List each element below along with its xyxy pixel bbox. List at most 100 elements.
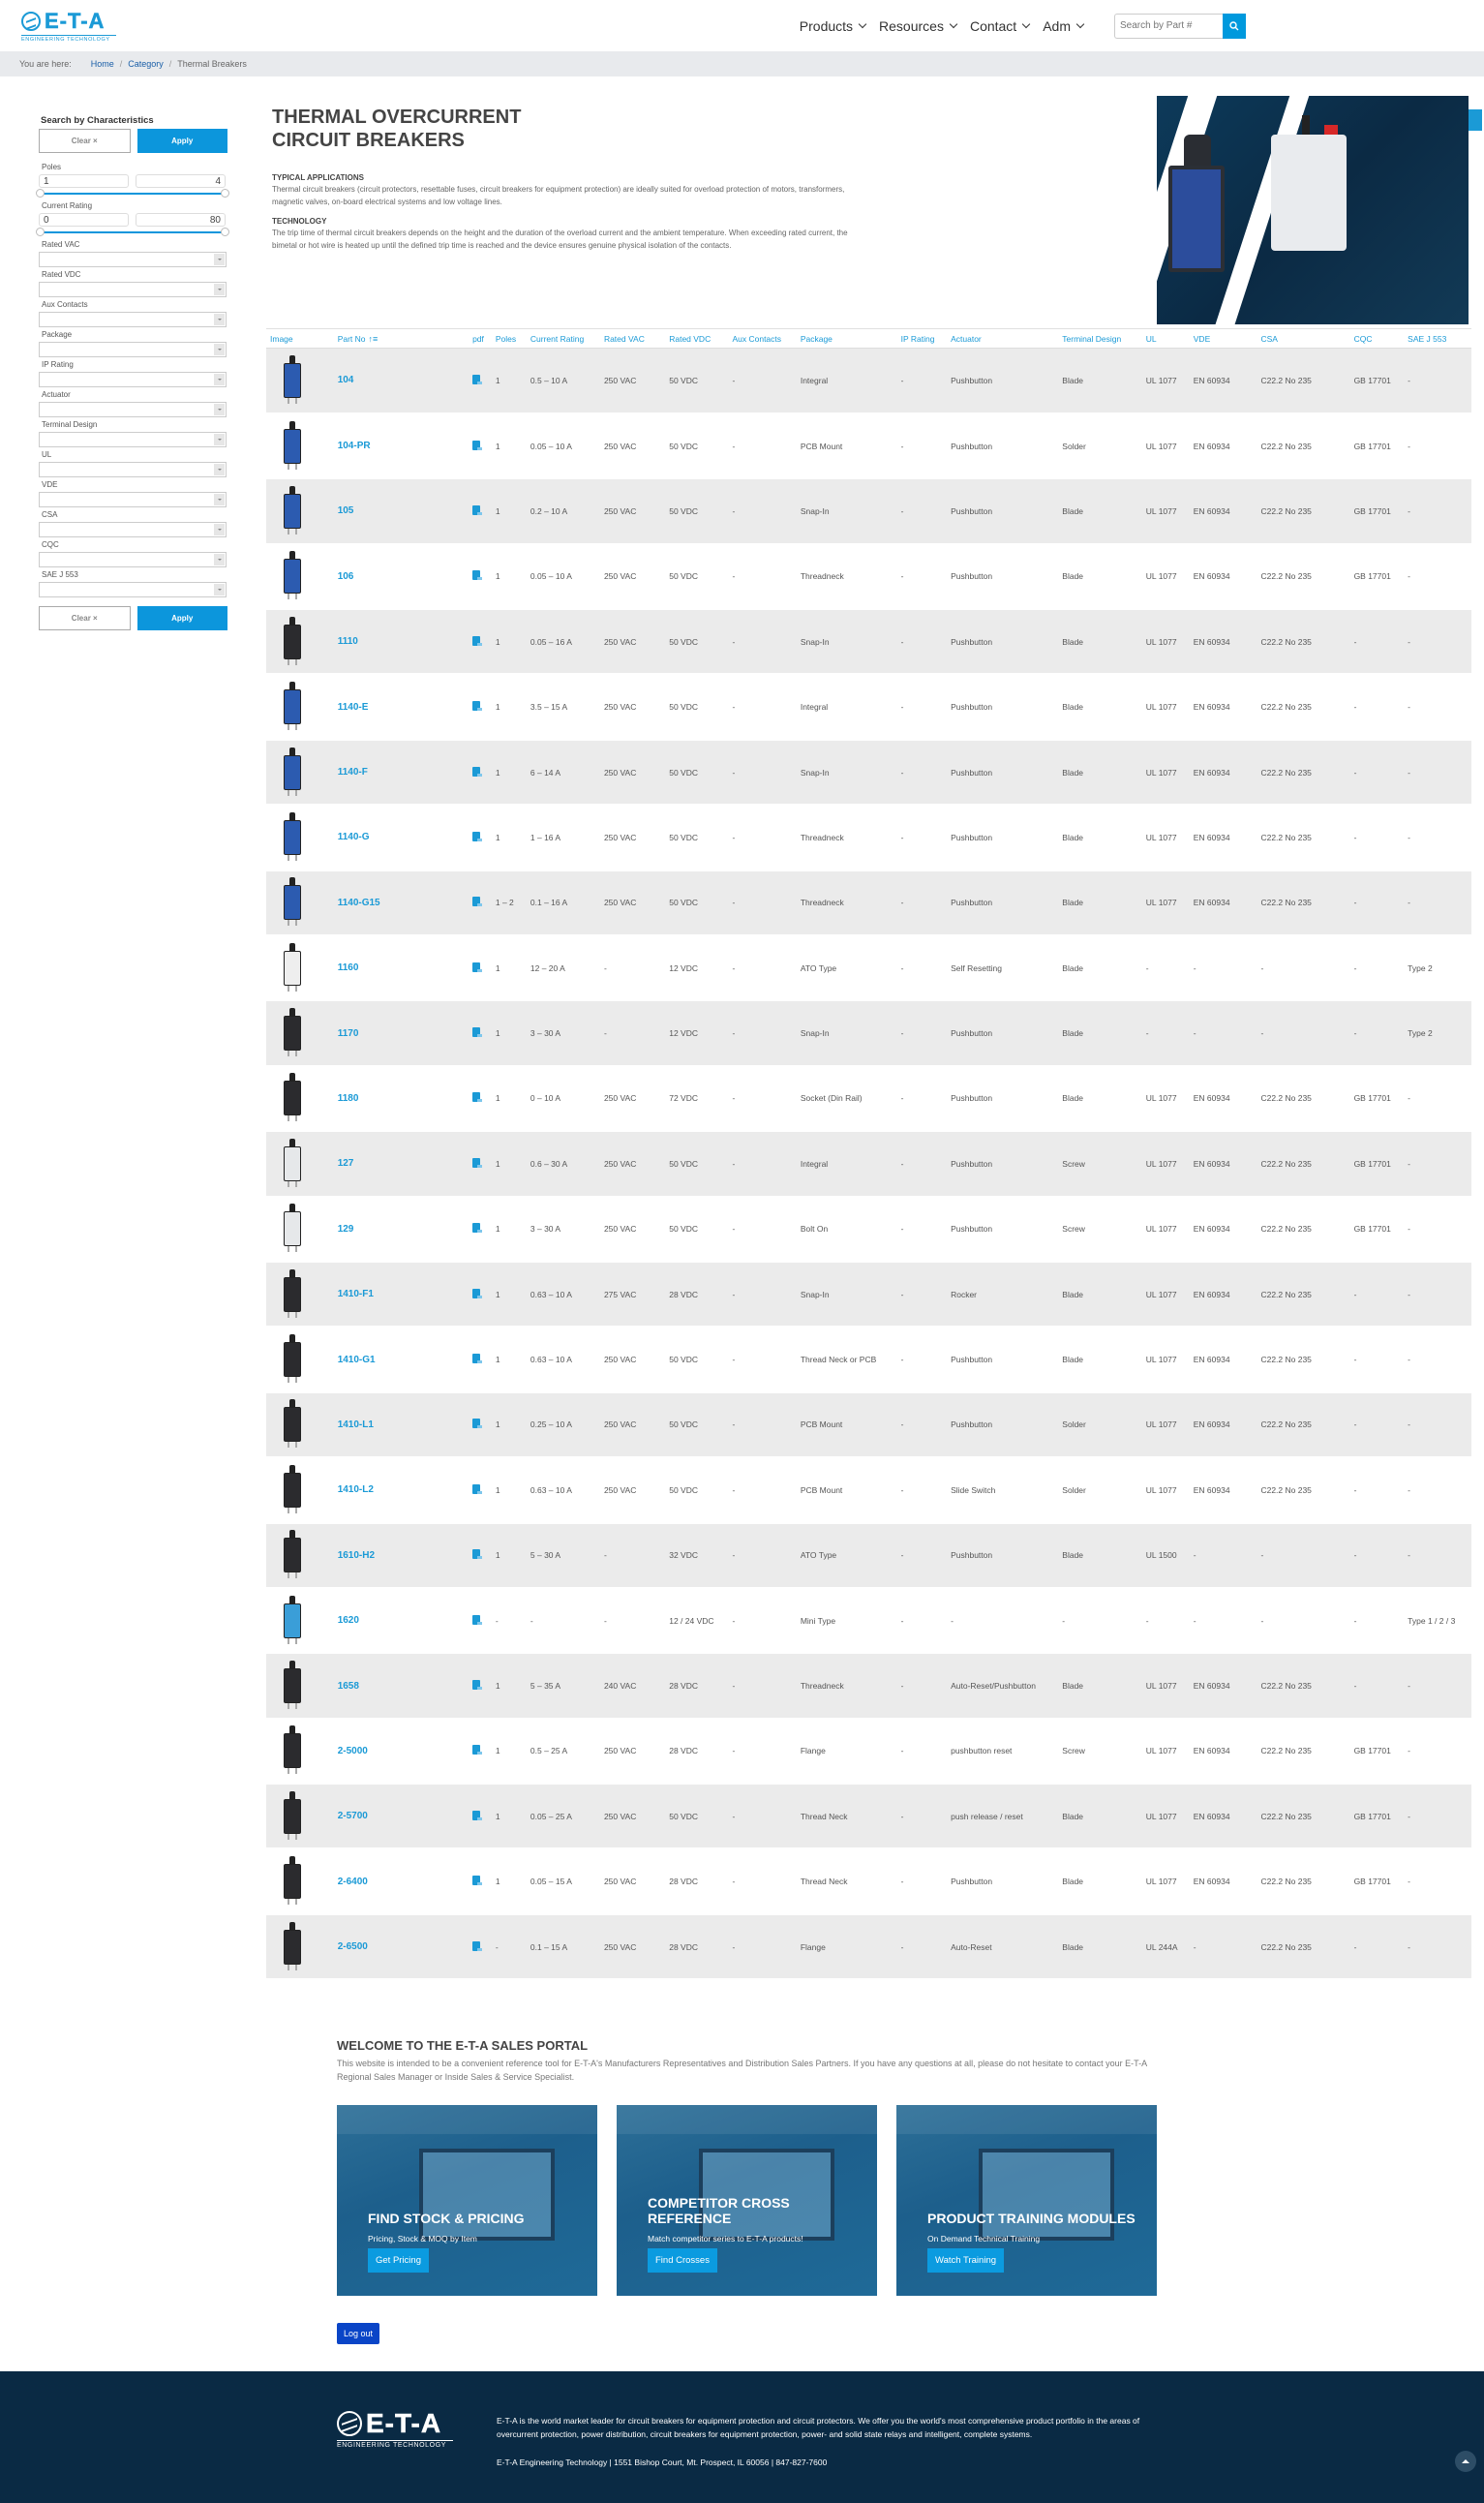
pdf-icon[interactable]	[472, 1745, 483, 1755]
part-number-link[interactable]: 104-PR	[338, 441, 371, 451]
product-thumbnail[interactable]	[270, 353, 318, 408]
part-number-link[interactable]: 1410-L1	[338, 1419, 374, 1430]
part-number-link[interactable]: 106	[338, 571, 354, 582]
part-number-link[interactable]: 1410-G1	[338, 1355, 376, 1365]
product-thumbnail[interactable]	[270, 615, 318, 669]
breadcrumb-category[interactable]: Category	[128, 59, 164, 69]
apply-filters-button[interactable]: Apply	[136, 129, 227, 153]
part-number-link[interactable]: 1180	[338, 1093, 359, 1104]
product-thumbnail[interactable]	[270, 1659, 318, 1713]
product-thumbnail[interactable]	[270, 1267, 318, 1322]
current-slider-max-handle[interactable]	[221, 228, 229, 236]
filter-select-terminal-design[interactable]	[39, 432, 227, 447]
pdf-icon[interactable]	[472, 831, 483, 841]
column-header-actuator[interactable]: Actuator	[947, 328, 1059, 349]
product-thumbnail[interactable]	[270, 1920, 318, 1974]
product-thumbnail[interactable]	[270, 1528, 318, 1582]
part-number-link[interactable]: 2-6500	[338, 1941, 368, 1952]
column-header-current-rating[interactable]: Current Rating	[526, 328, 600, 349]
product-thumbnail[interactable]	[270, 1137, 318, 1191]
pdf-icon[interactable]	[472, 1940, 483, 1951]
pdf-icon[interactable]	[472, 1354, 483, 1364]
find-crosses-button[interactable]: Find Crosses	[648, 2248, 717, 2274]
sort-ascending-icon[interactable]: ↑≡	[369, 334, 379, 344]
part-number-link[interactable]: 2-5700	[338, 1811, 368, 1821]
pdf-icon[interactable]	[472, 1027, 483, 1038]
current-slider-min-handle[interactable]	[36, 228, 45, 236]
column-header-csa[interactable]: CSA	[1257, 328, 1350, 349]
pdf-icon[interactable]	[472, 1876, 483, 1886]
pdf-icon[interactable]	[472, 1419, 483, 1429]
column-header-ul[interactable]: UL	[1141, 328, 1190, 349]
poles-slider[interactable]	[36, 189, 229, 198]
part-number-link[interactable]: 127	[338, 1158, 354, 1169]
product-thumbnail[interactable]	[270, 680, 318, 734]
pdf-icon[interactable]	[472, 897, 483, 907]
watch-training-button[interactable]: Watch Training	[927, 2248, 1005, 2274]
pdf-icon[interactable]	[472, 701, 483, 712]
column-header-cqc[interactable]: CQC	[1349, 328, 1405, 349]
product-thumbnail[interactable]	[270, 746, 318, 800]
poles-max-input[interactable]: 4	[136, 174, 226, 188]
product-thumbnail[interactable]	[270, 875, 318, 930]
product-thumbnail[interactable]	[270, 1789, 318, 1844]
column-header-rated-vac[interactable]: Rated VAC	[599, 328, 666, 349]
edit-icon[interactable]	[1469, 109, 1482, 131]
part-number-link[interactable]: 1110	[338, 636, 358, 647]
nav-adm[interactable]: Adm	[1043, 18, 1085, 34]
pdf-icon[interactable]	[472, 504, 483, 515]
pdf-icon[interactable]	[472, 1614, 483, 1625]
product-thumbnail[interactable]	[270, 419, 318, 473]
pdf-icon[interactable]	[472, 962, 483, 972]
pdf-icon[interactable]	[472, 1092, 483, 1103]
current-min-input[interactable]: 0	[39, 213, 129, 227]
scroll-to-top-button[interactable]	[1455, 2451, 1476, 2473]
part-number-link[interactable]: 1610-H2	[338, 1550, 375, 1561]
pdf-icon[interactable]	[472, 1483, 483, 1494]
eta-logo[interactable]: E-T-A ENGINEERING TECHNOLOGY	[21, 9, 118, 43]
product-thumbnail[interactable]	[270, 1006, 318, 1060]
poles-min-input[interactable]: 1	[39, 174, 129, 188]
pdf-icon[interactable]	[472, 374, 483, 384]
column-header-terminal-design[interactable]: Terminal Design	[1058, 328, 1142, 349]
pdf-icon[interactable]	[472, 1157, 483, 1168]
filter-select-ip-rating[interactable]	[39, 372, 227, 387]
part-number-link[interactable]: 1658	[338, 1681, 359, 1692]
get-pricing-button[interactable]: Get Pricing	[368, 2248, 429, 2274]
column-header-aux-contacts[interactable]: Aux Contacts	[728, 328, 797, 349]
column-header-image[interactable]: Image	[266, 328, 334, 349]
product-thumbnail[interactable]	[270, 1594, 318, 1648]
part-number-link[interactable]: 1620	[338, 1615, 359, 1626]
product-thumbnail[interactable]	[270, 1724, 318, 1778]
pdf-icon[interactable]	[472, 635, 483, 646]
clear-filters-button-bottom[interactable]: Clear ×	[39, 606, 131, 630]
pdf-icon[interactable]	[472, 440, 483, 450]
part-number-link[interactable]: 1170	[338, 1028, 359, 1039]
part-number-link[interactable]: 1140-E	[338, 702, 369, 713]
filter-select-rated-vdc[interactable]	[39, 282, 227, 297]
part-number-link[interactable]: 129	[338, 1224, 354, 1235]
product-thumbnail[interactable]	[270, 1854, 318, 1908]
current-slider[interactable]	[36, 228, 229, 237]
product-thumbnail[interactable]	[270, 1332, 318, 1387]
part-number-link[interactable]: 1410-L2	[338, 1484, 374, 1495]
product-thumbnail[interactable]	[270, 484, 318, 538]
part-number-link[interactable]: 2-5000	[338, 1746, 368, 1756]
pdf-icon[interactable]	[472, 1680, 483, 1690]
apply-filters-button-bottom[interactable]: Apply	[136, 606, 227, 630]
part-number-link[interactable]: 1160	[338, 962, 359, 973]
column-header-pdf[interactable]: pdf	[469, 328, 492, 349]
poles-slider-max-handle[interactable]	[221, 189, 229, 198]
filter-select-ul[interactable]	[39, 462, 227, 477]
clear-filters-button[interactable]: Clear ×	[39, 129, 131, 153]
filter-select-rated-vac[interactable]	[39, 252, 227, 267]
logout-button[interactable]: Log out	[337, 2323, 380, 2345]
nav-contact[interactable]: Contact	[970, 18, 1031, 34]
filter-select-vde[interactable]	[39, 492, 227, 507]
part-number-link[interactable]: 105	[338, 505, 354, 516]
pdf-icon[interactable]	[472, 570, 483, 581]
product-thumbnail[interactable]	[270, 810, 318, 865]
part-number-link[interactable]: 1410-F1	[338, 1289, 374, 1299]
part-number-link[interactable]: 104	[338, 375, 354, 385]
search-input[interactable]	[1114, 13, 1223, 39]
